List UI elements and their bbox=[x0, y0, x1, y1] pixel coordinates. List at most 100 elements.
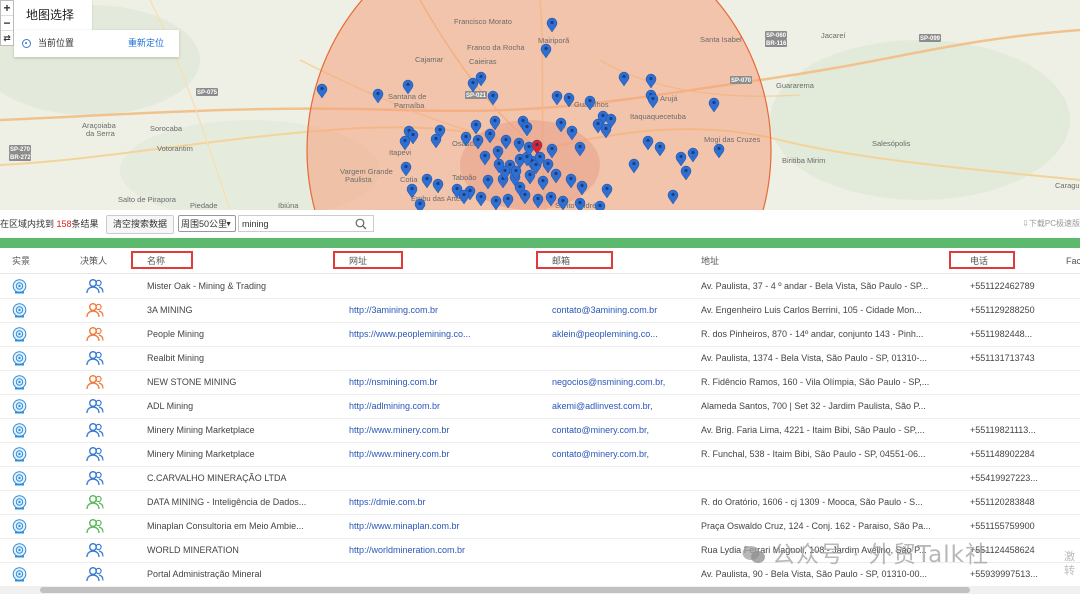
website-link[interactable]: http://www.minaplan.com.br bbox=[349, 514, 529, 538]
company-name[interactable]: Realbit Mining bbox=[147, 346, 337, 370]
locate-icon[interactable] bbox=[22, 39, 31, 48]
decision-maker-icon[interactable] bbox=[86, 470, 104, 486]
share-icon[interactable]: ⇄ bbox=[1, 31, 13, 45]
search-icon[interactable] bbox=[355, 218, 367, 230]
address-text: Av. Paulista, 37 - 4 º andar - Bela Vist… bbox=[701, 281, 929, 291]
streetview-icon[interactable] bbox=[12, 471, 27, 486]
svg-text:SP-270: SP-270 bbox=[10, 147, 31, 153]
svg-text:SP-060: SP-060 bbox=[766, 33, 787, 39]
company-name[interactable]: People Mining bbox=[147, 322, 337, 346]
header-address[interactable]: 地址 bbox=[701, 249, 719, 273]
streetview-icon[interactable] bbox=[12, 519, 27, 534]
decision-maker-icon[interactable] bbox=[86, 494, 104, 510]
decision-maker-icon[interactable] bbox=[86, 518, 104, 534]
wechat-icon bbox=[742, 546, 765, 563]
streetview-icon[interactable] bbox=[12, 279, 27, 294]
website-link[interactable]: http://www.minery.com.br bbox=[349, 418, 529, 442]
relocate-link[interactable]: 重新定位 bbox=[128, 30, 164, 57]
company-name[interactable]: ADL Mining bbox=[147, 394, 337, 418]
map-pin-icon-dot bbox=[376, 91, 380, 96]
company-name[interactable]: DATA MINING - Inteligência de Dados... bbox=[147, 490, 337, 514]
keyword-search-input[interactable]: mining bbox=[238, 215, 374, 232]
website-link[interactable]: http://worldmineration.com.br bbox=[349, 538, 529, 562]
website-link[interactable]: https://dmie.com.br bbox=[349, 490, 529, 514]
road-badge: BR-272 bbox=[9, 153, 31, 161]
streetview-icon[interactable] bbox=[12, 567, 27, 582]
website-link[interactable]: http://nsmining.com.br bbox=[349, 370, 529, 394]
decision-maker-icon[interactable] bbox=[86, 350, 104, 366]
map-pin-icon-dot bbox=[479, 74, 483, 79]
website-link[interactable]: https://www.peoplemining.co... bbox=[349, 322, 529, 346]
company-name[interactable]: Mister Oak - Mining & Trading bbox=[147, 274, 337, 298]
map-place-label: Itapevi bbox=[389, 148, 411, 157]
map-zoom-control: + − ⇄ bbox=[0, 0, 14, 46]
website-link[interactable]: http://3amining.com.br bbox=[349, 298, 529, 322]
horizontal-scrollbar[interactable] bbox=[0, 586, 1080, 594]
streetview-icon[interactable] bbox=[12, 351, 27, 366]
decision-maker-icon[interactable] bbox=[86, 326, 104, 342]
map-pin-icon-dot bbox=[554, 171, 558, 176]
map-place-label: Arujá bbox=[660, 94, 678, 103]
table-row[interactable]: C.CARVALHO MINERAÇÃO LTDA +55419927223... bbox=[0, 466, 1080, 491]
download-pc-link[interactable]: ⇩下载PC极速版 bbox=[1022, 210, 1080, 238]
company-name[interactable]: Minery Mining Marketplace bbox=[147, 442, 337, 466]
decision-maker-icon[interactable] bbox=[86, 278, 104, 294]
company-name[interactable]: Minaplan Consultoria em Meio Ambie... bbox=[147, 514, 337, 538]
map-select-title[interactable]: 地图选择 bbox=[14, 0, 92, 30]
svg-text:SP-070: SP-070 bbox=[731, 78, 752, 84]
table-row[interactable]: 3A MINING http://3amining.com.br contato@3… bbox=[0, 298, 1080, 323]
zoom-out-button[interactable]: − bbox=[1, 16, 13, 31]
decision-maker-icon[interactable] bbox=[86, 446, 104, 462]
streetview-icon[interactable] bbox=[12, 375, 27, 390]
streetview-icon[interactable] bbox=[12, 423, 27, 438]
svg-text:SP-075: SP-075 bbox=[197, 90, 218, 96]
company-name[interactable]: C.CARVALHO MINERAÇÃO LTDA bbox=[147, 466, 337, 490]
email-link[interactable]: contato@minery.com.br, bbox=[552, 418, 692, 442]
map-pin-icon-dot bbox=[632, 161, 636, 166]
streetview-icon[interactable] bbox=[12, 495, 27, 510]
streetview-icon[interactable] bbox=[12, 327, 27, 342]
watermark-side: 激转 bbox=[1064, 551, 1075, 577]
table-row[interactable]: NEW STONE MINING http://nsmining.com.br ne… bbox=[0, 370, 1080, 395]
streetview-icon[interactable] bbox=[12, 543, 27, 558]
email-link[interactable]: contato@minery.com.br, bbox=[552, 442, 692, 466]
table-row[interactable]: Minery Mining Marketplace http://www.mine… bbox=[0, 418, 1080, 443]
map-pin-icon-dot bbox=[418, 201, 422, 206]
email-link[interactable]: contato@3amining.com.br bbox=[552, 298, 692, 322]
email-link[interactable]: negocios@nsmining.com.br, bbox=[552, 370, 692, 394]
streetview-icon[interactable] bbox=[12, 399, 27, 414]
table-row[interactable]: Minery Mining Marketplace http://www.mine… bbox=[0, 442, 1080, 467]
map-pin-icon-dot bbox=[486, 177, 490, 182]
table-row[interactable]: People Mining https://www.peoplemining.co… bbox=[0, 322, 1080, 347]
table-row[interactable]: ADL Mining http://adlmining.com.br akemi@a… bbox=[0, 394, 1080, 419]
radius-select[interactable]: 周围50公里 ▼ bbox=[178, 215, 236, 232]
clear-search-button[interactable]: 清空搜索数据 bbox=[106, 215, 175, 234]
company-name[interactable]: NEW STONE MINING bbox=[147, 370, 337, 394]
company-name[interactable]: WORLD MINERATION bbox=[147, 538, 337, 562]
decision-maker-icon[interactable] bbox=[86, 398, 104, 414]
company-name[interactable]: Portal Administração Mineral bbox=[147, 562, 337, 585]
scrollbar-thumb[interactable] bbox=[40, 587, 970, 593]
table-row[interactable]: DATA MINING - Inteligência de Dados... ht… bbox=[0, 490, 1080, 515]
company-name[interactable]: 3A MINING bbox=[147, 298, 337, 322]
zoom-in-button[interactable]: + bbox=[1, 1, 13, 16]
streetview-icon[interactable] bbox=[12, 447, 27, 462]
decision-maker-icon[interactable] bbox=[86, 566, 104, 582]
map-view[interactable]: Francisco Morato Mairiporã Franco da Rocha… bbox=[0, 0, 1080, 210]
phone-text: +5511982448... bbox=[970, 329, 1033, 339]
map-place-label: Francisco Morato bbox=[454, 17, 512, 26]
website-link[interactable]: http://www.minery.com.br bbox=[349, 442, 529, 466]
decision-maker-icon[interactable] bbox=[86, 542, 104, 558]
map-pin-icon-dot bbox=[506, 196, 510, 201]
decision-maker-icon[interactable] bbox=[86, 302, 104, 318]
table-row[interactable]: Mister Oak - Mining & Trading Av. Paulist… bbox=[0, 274, 1080, 299]
email-link[interactable]: akemi@adlinvest.com.br, bbox=[552, 394, 692, 418]
table-row[interactable]: Realbit Mining Av. Paulista, 1374 - Bela … bbox=[0, 346, 1080, 371]
decision-maker-icon[interactable] bbox=[86, 422, 104, 438]
website-link[interactable]: http://adlmining.com.br bbox=[349, 394, 529, 418]
map-pin-icon-dot bbox=[528, 172, 532, 177]
company-name[interactable]: Minery Mining Marketplace bbox=[147, 418, 337, 442]
streetview-icon[interactable] bbox=[12, 303, 27, 318]
decision-maker-icon[interactable] bbox=[86, 374, 104, 390]
email-link[interactable]: aklein@peoplemining.co... bbox=[552, 322, 692, 346]
